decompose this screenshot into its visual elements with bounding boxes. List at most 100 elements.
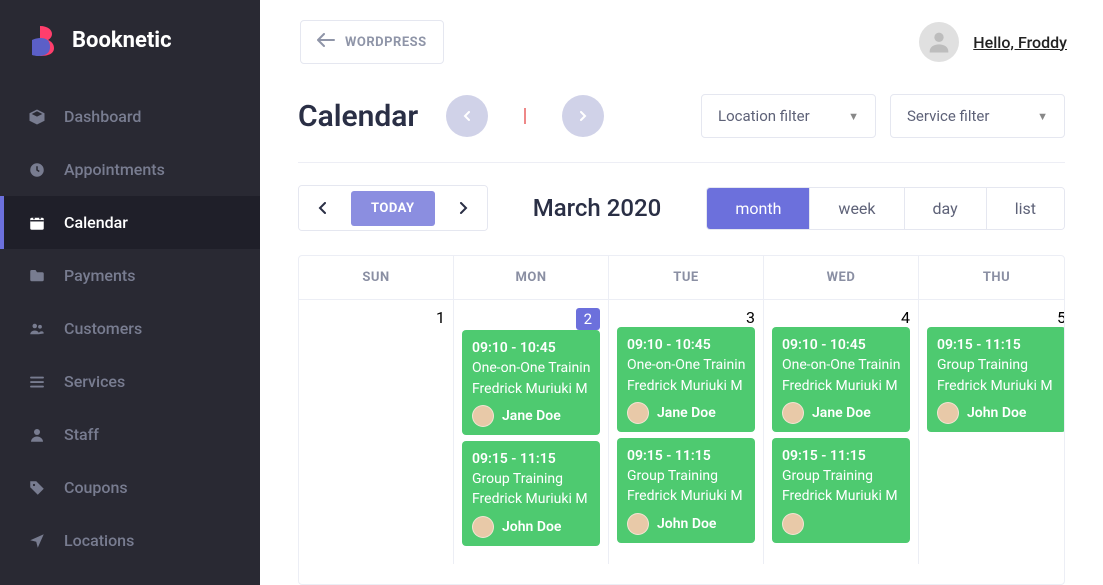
event-customer: John Doe <box>627 513 745 535</box>
page-title: Calendar <box>298 99 418 134</box>
avatar-icon <box>472 405 494 427</box>
event-time: 09:15 - 11:15 <box>782 446 900 466</box>
day-header: SUN <box>299 256 454 300</box>
list-icon <box>28 373 46 391</box>
event-customer-name: John Doe <box>657 514 716 534</box>
avatar-icon <box>782 402 804 424</box>
hello-user-link[interactable]: Hello, Froddy <box>973 33 1067 52</box>
calendar-day-cell[interactable]: 309:10 - 10:45One-on-One TrainingFredric… <box>609 300 764 564</box>
calendar-header-row: SUNMONTUEWEDTHU <box>299 256 1064 300</box>
chevron-down-icon: ▼ <box>1037 110 1048 123</box>
sidebar-item-locations[interactable]: Locations <box>0 514 260 567</box>
day-number: 1 <box>436 308 445 327</box>
event-time: 09:15 - 11:15 <box>937 335 1056 355</box>
event-title: Group Training <box>472 469 590 489</box>
prev-period-button[interactable] <box>446 95 488 137</box>
event-staff: Fredrick Muriuki M <box>472 379 590 399</box>
back-to-wordpress-button[interactable]: WORDPRESS <box>300 20 444 64</box>
avatar-icon <box>937 402 959 424</box>
event-time: 09:10 - 10:45 <box>782 335 900 355</box>
today-nav-group: TODAY <box>298 185 488 231</box>
event-staff: Fredrick Muriuki M <box>472 489 590 509</box>
avatar-icon <box>782 513 804 535</box>
sidebar-item-label: Services <box>64 372 125 391</box>
service-filter-label: Service filter <box>907 107 989 125</box>
user-area[interactable]: Hello, Froddy <box>919 22 1067 62</box>
day-header: MON <box>454 256 609 300</box>
calendar-event[interactable]: 09:15 - 11:15Group TrainingFredrick Muri… <box>772 438 910 543</box>
avatar-icon <box>472 516 494 538</box>
toolbar-row: TODAY March 2020 monthweekdaylist <box>298 185 1065 231</box>
event-staff: Fredrick Muriuki M <box>937 376 1056 396</box>
back-label: WORDPRESS <box>345 35 427 50</box>
sidebar-item-calendar[interactable]: Calendar <box>0 196 260 249</box>
sidebar-item-payments[interactable]: Payments <box>0 249 260 302</box>
clock-icon <box>28 161 46 179</box>
sidebar-item-coupons[interactable]: Coupons <box>0 461 260 514</box>
location-filter-label: Location filter <box>718 107 810 125</box>
calendar-event[interactable]: 09:15 - 11:15Group TrainingFredrick Muri… <box>617 438 755 543</box>
view-tab-month[interactable]: month <box>707 188 810 229</box>
sidebar-item-staff[interactable]: Staff <box>0 408 260 461</box>
view-tab-week[interactable]: week <box>810 188 904 229</box>
event-title: Group Training <box>627 466 745 486</box>
next-button[interactable] <box>439 186 487 230</box>
calendar-day-cell[interactable]: 209:10 - 10:45One-on-One TrainingFredric… <box>454 300 609 564</box>
calendar-day-cell[interactable]: 509:15 - 11:15Group TrainingFredrick Mur… <box>919 300 1065 564</box>
main: WORDPRESS Hello, Froddy Calendar <box>260 0 1103 585</box>
location-filter-select[interactable]: Location filter ▼ <box>701 94 876 138</box>
event-customer-name: John Doe <box>967 403 1026 423</box>
calendar-grid: SUNMONTUEWEDTHU 1 209:10 - 10:45One-on-On… <box>298 255 1065 585</box>
content: Calendar Location filter ▼ <box>260 84 1103 585</box>
sidebar: Booknetic Dashboard Appointments Calendar P… <box>0 0 260 585</box>
calendar-day-cell[interactable]: 409:10 - 10:45One-on-One TrainingFredric… <box>764 300 919 564</box>
header-row: Calendar Location filter ▼ <box>298 94 1065 163</box>
brand-name: Booknetic <box>72 28 172 53</box>
calendar-day-cell[interactable]: 1 <box>299 300 454 564</box>
sidebar-item-customers[interactable]: Customers <box>0 302 260 355</box>
topbar: WORDPRESS Hello, Froddy <box>260 0 1103 84</box>
event-title: One-on-One Training <box>627 355 745 375</box>
event-title: One-on-One Training <box>782 355 900 375</box>
view-tab-day[interactable]: day <box>905 188 987 229</box>
calendar-event[interactable]: 09:10 - 10:45One-on-One TrainingFredrick… <box>617 327 755 432</box>
prev-button[interactable] <box>299 186 347 230</box>
location-icon <box>28 532 46 550</box>
event-customer: John Doe <box>937 402 1056 424</box>
box-icon <box>28 108 46 126</box>
sidebar-item-label: Staff <box>64 425 99 444</box>
sidebar-item-label: Calendar <box>64 213 128 232</box>
calendar-event[interactable]: 09:15 - 11:15Group TrainingFredrick Muri… <box>927 327 1065 432</box>
sidebar-item-appointments[interactable]: Appointments <box>0 143 260 196</box>
event-customer: Jane Doe <box>782 402 900 424</box>
day-number: 4 <box>901 308 910 327</box>
calendar-icon <box>28 214 46 232</box>
event-time: 09:10 - 10:45 <box>627 335 745 355</box>
logo-icon <box>28 24 60 56</box>
day-number: 3 <box>746 308 755 327</box>
day-header: TUE <box>609 256 764 300</box>
next-period-button[interactable] <box>562 95 604 137</box>
separator <box>524 108 526 124</box>
calendar-event[interactable]: 09:10 - 10:45One-on-One TrainingFredrick… <box>772 327 910 432</box>
users-icon <box>28 320 46 338</box>
event-title: Group Training <box>782 466 900 486</box>
logo[interactable]: Booknetic <box>0 0 260 90</box>
event-customer-name: Jane Doe <box>812 403 871 423</box>
event-customer-name: John Doe <box>502 517 561 537</box>
sidebar-item-dashboard[interactable]: Dashboard <box>0 90 260 143</box>
sidebar-item-label: Customers <box>64 319 142 338</box>
today-button[interactable]: TODAY <box>351 191 435 226</box>
avatar-icon <box>627 513 649 535</box>
event-title: Group Training <box>937 355 1056 375</box>
sidebar-item-services[interactable]: Services <box>0 355 260 408</box>
folder-icon <box>28 267 46 285</box>
event-customer <box>782 513 900 535</box>
calendar-event[interactable]: 09:15 - 11:15Group TrainingFredrick Muri… <box>462 441 600 546</box>
day-header: WED <box>764 256 919 300</box>
calendar-event[interactable]: 09:10 - 10:45One-on-One TrainingFredrick… <box>462 330 600 435</box>
service-filter-select[interactable]: Service filter ▼ <box>890 94 1065 138</box>
sidebar-item-label: Appointments <box>64 160 165 179</box>
sidebar-item-label: Coupons <box>64 478 128 497</box>
view-tab-list[interactable]: list <box>987 188 1064 229</box>
